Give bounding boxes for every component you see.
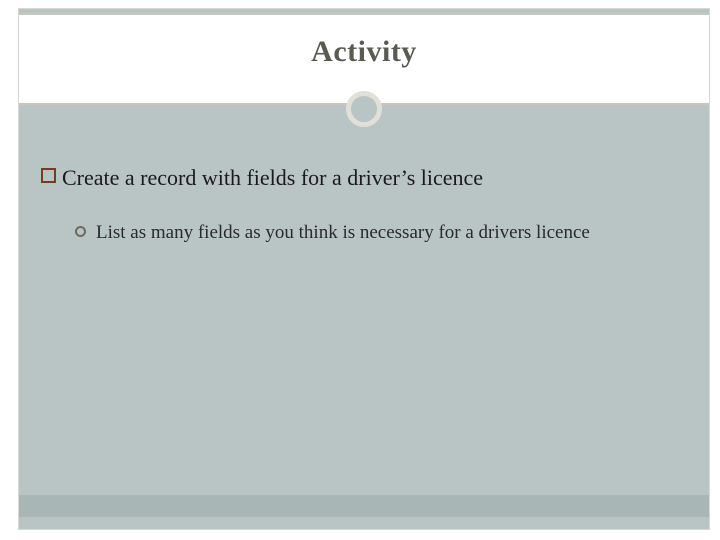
- slide-container: Activity Create a record with fields for…: [18, 8, 710, 530]
- square-bullet-icon: [41, 168, 56, 183]
- sub-bullet-item: List as many fields as you think is nece…: [75, 220, 687, 246]
- bullet-text: Create a record with fields for a driver…: [62, 164, 483, 192]
- circle-bullet-icon: [75, 226, 86, 237]
- slide-title: Activity: [19, 35, 709, 69]
- sub-bullet-text: List as many fields as you think is nece…: [96, 220, 590, 246]
- content-area: Create a record with fields for a driver…: [41, 164, 687, 245]
- footer-bar: [19, 495, 709, 517]
- title-ring-decoration: [346, 91, 382, 127]
- bullet-item: Create a record with fields for a driver…: [41, 164, 687, 192]
